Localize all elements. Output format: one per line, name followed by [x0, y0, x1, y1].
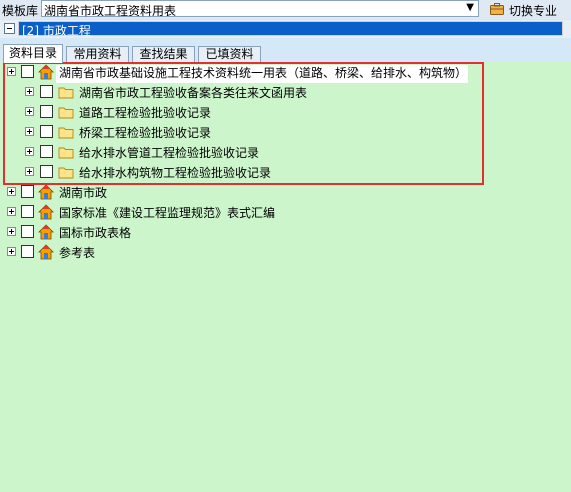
folder-icon — [58, 147, 74, 159]
tree-checkbox[interactable] — [40, 85, 53, 98]
tab-catalog[interactable]: 资料目录 — [3, 44, 63, 63]
tab-label: 查找结果 — [139, 47, 188, 61]
house-icon — [38, 244, 54, 260]
tree-child-node[interactable]: 给水排水管道工程检验批验收记录 — [0, 142, 571, 162]
switch-specialty-button[interactable]: 切换专业 — [489, 1, 569, 18]
tree-checkbox[interactable] — [21, 185, 34, 198]
switch-specialty-label: 切换专业 — [509, 4, 558, 18]
tab-label: 已填资料 — [205, 47, 254, 61]
tree-checkbox[interactable] — [21, 225, 34, 238]
tree-child-node[interactable]: 桥梁工程检验批验收记录 — [0, 122, 571, 142]
expand-icon[interactable] — [7, 207, 16, 216]
folder-icon — [58, 127, 74, 139]
tree-root-node[interactable]: 国标市政表格 — [0, 222, 571, 242]
tab-label: 资料目录 — [8, 46, 57, 60]
expand-icon[interactable] — [7, 247, 16, 256]
category-value: [2] 市政工程 — [22, 24, 91, 38]
tree-root-node[interactable]: 国家标准《建设工程监理规范》表式汇编 — [0, 202, 571, 222]
tree-node-label: 湖南省市政基础设施工程技术资料统一用表（道路、桥梁、给排水、构筑物） — [59, 66, 468, 80]
tree-checkbox[interactable] — [40, 165, 53, 178]
expand-icon[interactable] — [7, 67, 16, 76]
briefcase-icon — [490, 3, 504, 15]
tree-checkbox[interactable] — [21, 245, 34, 258]
tree-checkbox[interactable] — [21, 205, 34, 218]
category-field[interactable]: [2] 市政工程 — [18, 21, 563, 38]
tree-node-label: 湖南省市政工程验收备案各类往来文函用表 — [79, 86, 308, 100]
tree-root-node[interactable]: 湖南市政 — [0, 182, 571, 202]
house-icon — [38, 224, 54, 240]
catalog-tree: 湖南省市政基础设施工程技术资料统一用表（道路、桥梁、给排水、构筑物） 湖南省市政… — [0, 62, 571, 492]
folder-icon — [58, 167, 74, 179]
collapse-icon[interactable] — [4, 23, 15, 34]
tree-node-label: 桥梁工程检验批验收记录 — [79, 126, 212, 140]
expand-icon[interactable] — [25, 147, 34, 156]
tree-child-node[interactable]: 湖南省市政工程验收备案各类往来文函用表 — [0, 82, 571, 102]
tree-checkbox[interactable] — [40, 145, 53, 158]
house-icon — [38, 204, 54, 220]
chevron-down-icon[interactable]: ▼ — [466, 2, 474, 13]
category-bar: [2] 市政工程 — [0, 20, 571, 38]
expand-icon[interactable] — [25, 167, 34, 176]
tree-node-label: 国标市政表格 — [59, 226, 132, 240]
template-library-value: 湖南省市政工程资料用表 — [44, 4, 177, 18]
house-icon — [38, 184, 54, 200]
tree-root-node[interactable]: 参考表 — [0, 242, 571, 262]
expand-icon[interactable] — [7, 227, 16, 236]
folder-icon — [58, 87, 74, 99]
template-library-label: 模板库 — [2, 4, 39, 18]
tree-node-label: 给水排水构筑物工程检验批验收记录 — [79, 166, 272, 180]
expand-icon[interactable] — [7, 187, 16, 196]
tab-filled[interactable]: 已填资料 — [198, 46, 261, 62]
tree-node-label: 国家标准《建设工程监理规范》表式汇编 — [59, 206, 276, 220]
tree-checkbox[interactable] — [40, 125, 53, 138]
tree-child-node[interactable]: 给水排水构筑物工程检验批验收记录 — [0, 162, 571, 182]
tab-search-results[interactable]: 查找结果 — [132, 46, 195, 62]
tree-child-node[interactable]: 道路工程检验批验收记录 — [0, 102, 571, 122]
expand-icon[interactable] — [25, 127, 34, 136]
folder-icon — [58, 107, 74, 119]
tree-node-label: 给水排水管道工程检验批验收记录 — [79, 146, 260, 160]
tree-root-node[interactable]: 湖南省市政基础设施工程技术资料统一用表（道路、桥梁、给排水、构筑物） — [0, 62, 571, 83]
tab-common[interactable]: 常用资料 — [66, 46, 129, 62]
house-icon — [38, 64, 54, 80]
tree-node-label: 道路工程检验批验收记录 — [79, 106, 212, 120]
expand-icon[interactable] — [25, 87, 34, 96]
tab-strip: 资料目录 常用资料 查找结果 已填资料 — [0, 44, 571, 63]
expand-icon[interactable] — [25, 107, 34, 116]
tree-node-label: 参考表 — [59, 246, 96, 260]
template-library-select[interactable]: 湖南省市政工程资料用表 ▼ — [41, 0, 479, 18]
toolbar: 模板库 湖南省市政工程资料用表 ▼ 切换专业 — [0, 0, 571, 19]
tree-checkbox[interactable] — [40, 105, 53, 118]
tree-checkbox[interactable] — [21, 65, 34, 78]
tree-node-label: 湖南市政 — [59, 186, 108, 200]
tab-label: 常用资料 — [73, 47, 122, 61]
